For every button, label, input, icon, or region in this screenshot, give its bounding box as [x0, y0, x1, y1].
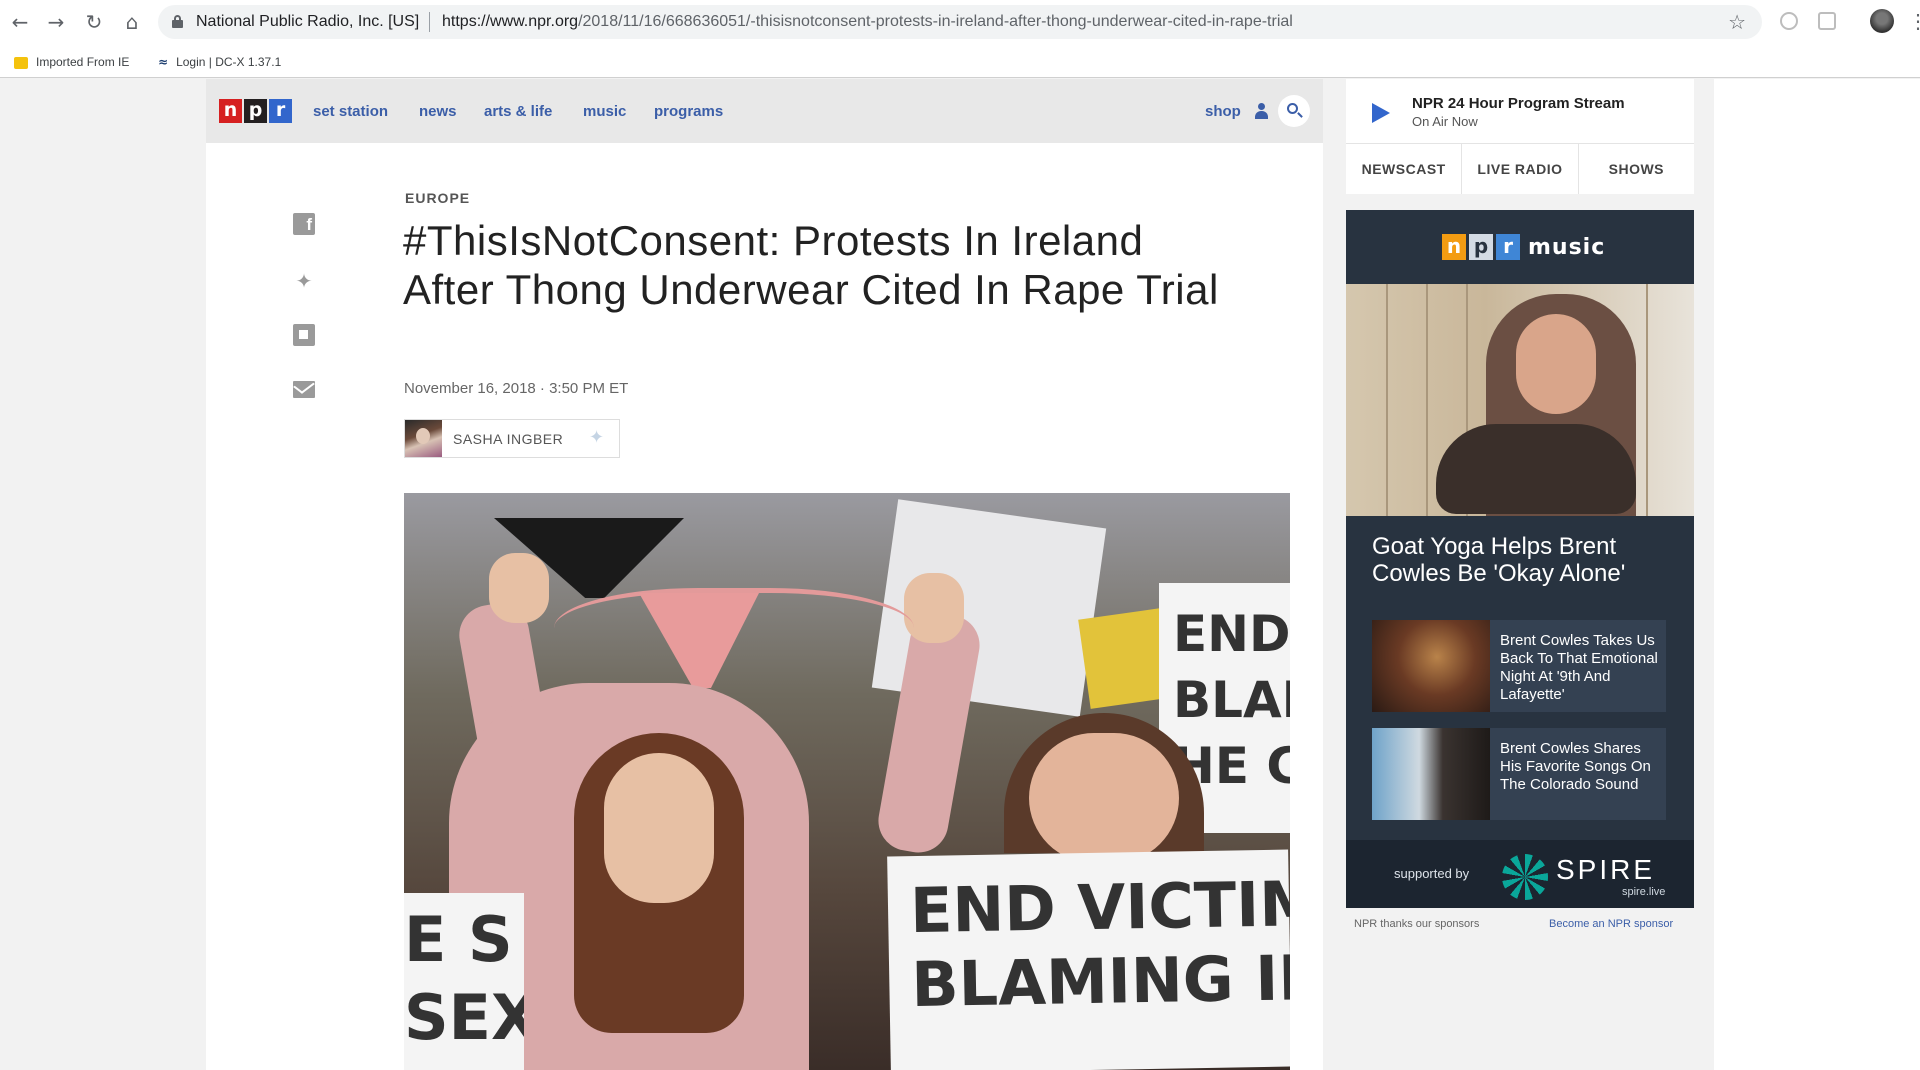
article-dateline: November 16, 2018 · 3:50 PM ET [404, 380, 629, 397]
promo-photo[interactable] [1346, 284, 1694, 516]
protest-sign: END VICTIM BLAMING IN [887, 849, 1290, 1070]
author-name[interactable]: SASHA INGBER [453, 431, 563, 447]
logo-letter: p [244, 99, 267, 123]
lock-icon [172, 15, 183, 28]
browser-toolbar: ← → ↻ ⌂ National Public Radio, Inc. [US]… [0, 0, 1920, 44]
sponsor-banner[interactable]: supported by SPIRE spire.live [1346, 840, 1694, 908]
story-thumbnail [1372, 620, 1490, 712]
bookmark-label: Login | DC-X 1.37.1 [176, 55, 282, 69]
nav-news[interactable]: news [419, 103, 457, 120]
email-icon[interactable] [293, 381, 315, 398]
twitter-icon[interactable]: ✦ [293, 269, 315, 293]
promo-headline[interactable]: Goat Yoga Helps Brent Cowles Be 'Okay Al… [1372, 533, 1672, 587]
npr-music-promo: n p r music Goat Yoga Helps Brent Cowles… [1346, 210, 1694, 908]
musician-face [1516, 314, 1596, 414]
sign-text: E S SEXI [404, 903, 524, 1054]
promo-story[interactable]: Brent Cowles Shares His Favorite Songs O… [1372, 728, 1666, 820]
player-title[interactable]: NPR 24 Hour Program Stream [1412, 95, 1625, 112]
folder-icon [14, 56, 28, 69]
player-subtitle: On Air Now [1412, 114, 1478, 129]
profile-avatar-icon[interactable] [1870, 9, 1894, 33]
article-headline: #ThisIsNotConsent: Protests In Ireland A… [403, 217, 1219, 313]
forward-arrow-icon[interactable]: → [44, 10, 68, 34]
logo-letter: n [219, 99, 242, 123]
home-icon[interactable]: ⌂ [120, 10, 144, 34]
protester-hand [489, 553, 549, 623]
kebab-menu-icon[interactable]: ⋮ [1908, 9, 1920, 34]
tab-shows[interactable]: SHOWS [1579, 144, 1694, 194]
user-icon[interactable] [1254, 103, 1268, 119]
url-path: /2018/11/16/668636051/-thisisnotconsent-… [578, 13, 1293, 30]
star-icon[interactable]: ☆ [1728, 10, 1746, 34]
bookmarks-bar: Imported From IE ≈ Login | DC-X 1.37.1 [0, 44, 1920, 78]
article-hero-photo: END V BLAM HE C E S SEXI END VICTIM BLAM… [404, 493, 1290, 1070]
author-byline[interactable]: SASHA INGBER ✦ [404, 419, 620, 458]
play-icon[interactable] [1372, 103, 1390, 123]
address-bar[interactable]: National Public Radio, Inc. [US] https:/… [158, 5, 1762, 39]
certificate-label[interactable]: National Public Radio, Inc. [US] [196, 13, 419, 31]
nav-set-station[interactable]: set station [313, 103, 388, 120]
promo-header: n p r music [1346, 210, 1694, 284]
protest-sign: E S SEXI [404, 893, 524, 1070]
flipboard-icon[interactable] [293, 324, 315, 346]
author-avatar [405, 420, 442, 457]
nav-music[interactable]: music [583, 103, 626, 120]
url-text[interactable]: https://www.npr.org/2018/11/16/668636051… [442, 13, 1293, 31]
back-arrow-icon[interactable]: ← [8, 10, 32, 34]
bookmark-dcx-login[interactable]: ≈ Login | DC-X 1.37.1 [158, 52, 281, 72]
logo-letter: r [1496, 234, 1520, 260]
reload-icon[interactable]: ↻ [82, 10, 106, 34]
site-header: n p r set station news arts & life music… [206, 79, 1323, 143]
sponsor-url: spire.live [1622, 886, 1666, 898]
promo-story[interactable]: Brent Cowles Takes Us Back To That Emoti… [1372, 620, 1666, 712]
twitter-icon[interactable]: ✦ [589, 427, 604, 448]
logo-letter: p [1469, 234, 1493, 260]
extension-icon[interactable] [1780, 12, 1798, 30]
npr-logo[interactable]: n p r [219, 99, 292, 123]
protester-face [1029, 733, 1179, 863]
protester-face [604, 753, 714, 903]
url-host: https://www.npr.org [442, 13, 579, 30]
become-sponsor-link[interactable]: Become an NPR sponsor [1549, 918, 1673, 930]
dcx-icon: ≈ [158, 55, 169, 69]
bookmark-label: Imported From IE [36, 55, 130, 69]
nav-shop[interactable]: shop [1205, 103, 1241, 120]
nav-programs[interactable]: programs [654, 103, 723, 120]
spire-logo-icon [1502, 854, 1548, 900]
player-tabs: NEWSCAST LIVE RADIO SHOWS [1346, 143, 1694, 194]
live-player: NPR 24 Hour Program Stream On Air Now NE… [1346, 79, 1694, 194]
omnibox-divider [429, 12, 430, 32]
extension-icon[interactable] [1818, 12, 1836, 30]
facebook-icon[interactable]: f [293, 213, 315, 235]
sponsor-note: NPR thanks our sponsors [1354, 918, 1480, 930]
story-thumbnail [1372, 728, 1490, 820]
search-icon [1287, 103, 1298, 114]
story-title: Brent Cowles Shares His Favorite Songs O… [1500, 740, 1651, 793]
nav-arts-life[interactable]: arts & life [484, 103, 552, 120]
sign-text: END VICTIM BLAMING IN [909, 866, 1290, 1022]
logo-letter: n [1442, 234, 1466, 260]
sponsor-label: supported by [1394, 866, 1470, 881]
tab-live-radio[interactable]: LIVE RADIO [1462, 144, 1579, 194]
search-button[interactable] [1278, 95, 1310, 127]
goat [1436, 424, 1636, 514]
music-wordmark: music [1528, 234, 1606, 260]
section-slug[interactable]: EUROPE [405, 190, 470, 206]
tab-newscast[interactable]: NEWSCAST [1346, 144, 1463, 194]
npr-music-logo[interactable]: n p r music [1442, 234, 1605, 260]
bookmark-imported-from-ie[interactable]: Imported From IE [14, 52, 129, 72]
logo-letter: r [269, 99, 292, 123]
story-title: Brent Cowles Takes Us Back To That Emoti… [1500, 632, 1658, 703]
page-margin [1714, 79, 1920, 1070]
sponsor-name: SPIRE [1556, 854, 1656, 885]
